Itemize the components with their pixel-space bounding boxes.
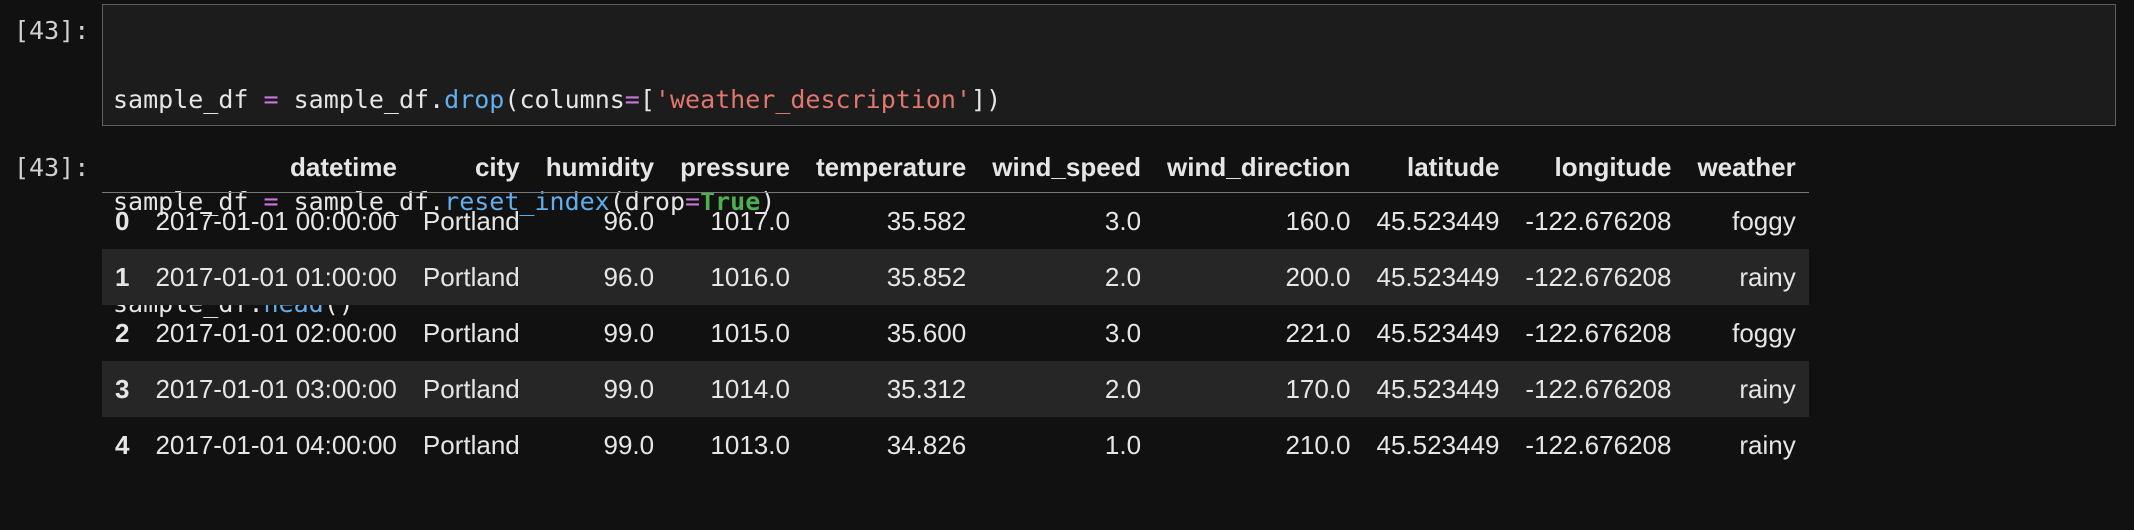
table-cell: 1017.0 bbox=[710, 205, 790, 236]
column-header-temperature: temperature bbox=[802, 142, 980, 193]
column-header-pressure: pressure bbox=[667, 142, 803, 193]
table-cell: rainy bbox=[1684, 361, 1809, 417]
table-cell: 2017-01-01 02:00:00 bbox=[155, 317, 397, 348]
row-index: 2 bbox=[115, 317, 130, 348]
code-token: = bbox=[624, 85, 640, 114]
table-cell: foggy bbox=[1732, 205, 1796, 236]
table-cell: 99.0 bbox=[603, 317, 655, 348]
table-cell: -122.676208 bbox=[1512, 249, 1685, 305]
table-cell: 170.0 bbox=[1154, 361, 1364, 417]
table-cell: 35.852 bbox=[802, 249, 980, 305]
table-cell: Portland bbox=[422, 317, 520, 348]
column-header-index bbox=[102, 142, 143, 193]
output-prompt: [43]: bbox=[14, 153, 90, 182]
table-row: 0 2017-01-01 00:00:00 Portland 96.0 1017… bbox=[102, 193, 1809, 250]
table-cell: Portland bbox=[422, 205, 520, 236]
table-cell: 1016.0 bbox=[667, 249, 803, 305]
table-cell: 160.0 bbox=[1285, 205, 1351, 236]
table-row: 4 2017-01-01 04:00:00 Portland 99.0 1013… bbox=[102, 417, 1809, 473]
table-cell: foggy bbox=[1732, 317, 1796, 348]
table-cell: 96.0 bbox=[532, 249, 668, 305]
code-cell-editor[interactable]: sample_df = sample_df.drop(columns=['wea… bbox=[102, 4, 2116, 318]
table-cell: Portland bbox=[422, 429, 520, 460]
table-cell: 96.0 bbox=[603, 205, 655, 236]
table-cell: 45.523449 bbox=[1363, 249, 1513, 305]
table-cell: 210.0 bbox=[1285, 429, 1351, 460]
table-cell: 2017-01-01 00:00:00 bbox=[155, 205, 397, 236]
table-row: 2 2017-01-01 02:00:00 Portland 99.0 1015… bbox=[102, 305, 1809, 361]
table-cell: -122.676208 bbox=[1525, 429, 1672, 460]
code-token: columns bbox=[519, 85, 625, 114]
table-cell: 35.312 bbox=[802, 361, 980, 417]
table-cell: 1014.0 bbox=[667, 361, 803, 417]
table-cell: 1013.0 bbox=[710, 429, 790, 460]
table-cell: 45.523449 bbox=[1376, 317, 1500, 348]
row-index: 3 bbox=[102, 361, 143, 417]
table-header-row: datetime city humidity pressure temperat… bbox=[102, 142, 1809, 193]
table-cell: 3.0 bbox=[1104, 205, 1142, 236]
code-token: ( bbox=[504, 85, 520, 114]
table-cell: 35.582 bbox=[886, 205, 967, 236]
table-cell: 2017-01-01 03:00:00 bbox=[142, 361, 410, 417]
code-token: sample_df bbox=[113, 85, 249, 114]
column-header-humidity: humidity bbox=[532, 142, 668, 193]
code-token: ] bbox=[971, 85, 987, 114]
table-cell: 34.826 bbox=[886, 429, 967, 460]
column-header-latitude: latitude bbox=[1363, 142, 1513, 193]
table-cell: rainy bbox=[1739, 429, 1796, 460]
table-cell: 2.0 bbox=[979, 361, 1155, 417]
row-index: 1 bbox=[102, 249, 143, 305]
table-cell: 2017-01-01 04:00:00 bbox=[155, 429, 397, 460]
row-index: 4 bbox=[115, 429, 130, 460]
row-index: 0 bbox=[115, 205, 130, 236]
code-token: 'weather_description' bbox=[654, 85, 971, 114]
table-cell: 99.0 bbox=[603, 429, 655, 460]
table-cell: rainy bbox=[1684, 249, 1809, 305]
code-token: sample_df bbox=[293, 85, 430, 114]
table-cell: 2.0 bbox=[979, 249, 1155, 305]
column-header-weather: weather bbox=[1684, 142, 1809, 193]
table-cell: -122.676208 bbox=[1525, 317, 1672, 348]
table-row: 3 2017-01-01 03:00:00 Portland 99.0 1014… bbox=[102, 361, 1809, 417]
column-header-wind-speed: wind_speed bbox=[979, 142, 1155, 193]
table-cell: -122.676208 bbox=[1525, 205, 1672, 236]
table-row: 1 2017-01-01 01:00:00 Portland 96.0 1016… bbox=[102, 249, 1809, 305]
table-cell: 3.0 bbox=[1104, 317, 1142, 348]
code-token: = bbox=[248, 85, 294, 114]
table-cell: 1015.0 bbox=[710, 317, 790, 348]
table-cell: 221.0 bbox=[1285, 317, 1351, 348]
code-token: drop bbox=[444, 85, 505, 114]
table-cell: 45.523449 bbox=[1363, 361, 1513, 417]
code-token: [ bbox=[639, 85, 655, 114]
column-header-city: city bbox=[409, 142, 533, 193]
table-cell: Portland bbox=[409, 361, 533, 417]
code-line-1: sample_df = sample_df.drop(columns=['wea… bbox=[113, 83, 2105, 117]
dataframe-output-table: datetime city humidity pressure temperat… bbox=[102, 142, 1809, 473]
table-cell: 1.0 bbox=[1104, 429, 1142, 460]
table-cell: 200.0 bbox=[1154, 249, 1364, 305]
table-cell: 45.523449 bbox=[1376, 205, 1500, 236]
column-header-datetime: datetime bbox=[142, 142, 410, 193]
table-cell: Portland bbox=[409, 249, 533, 305]
column-header-wind-direction: wind_direction bbox=[1154, 142, 1364, 193]
table-cell: 45.523449 bbox=[1376, 429, 1500, 460]
code-token: . bbox=[429, 85, 445, 114]
table-cell: -122.676208 bbox=[1512, 361, 1685, 417]
column-header-longitude: longitude bbox=[1512, 142, 1685, 193]
input-prompt: [43]: bbox=[14, 16, 90, 45]
code-token: ) bbox=[986, 85, 1002, 114]
table-cell: 99.0 bbox=[532, 361, 668, 417]
table-cell: 2017-01-01 01:00:00 bbox=[142, 249, 410, 305]
table-cell: 35.600 bbox=[886, 317, 967, 348]
